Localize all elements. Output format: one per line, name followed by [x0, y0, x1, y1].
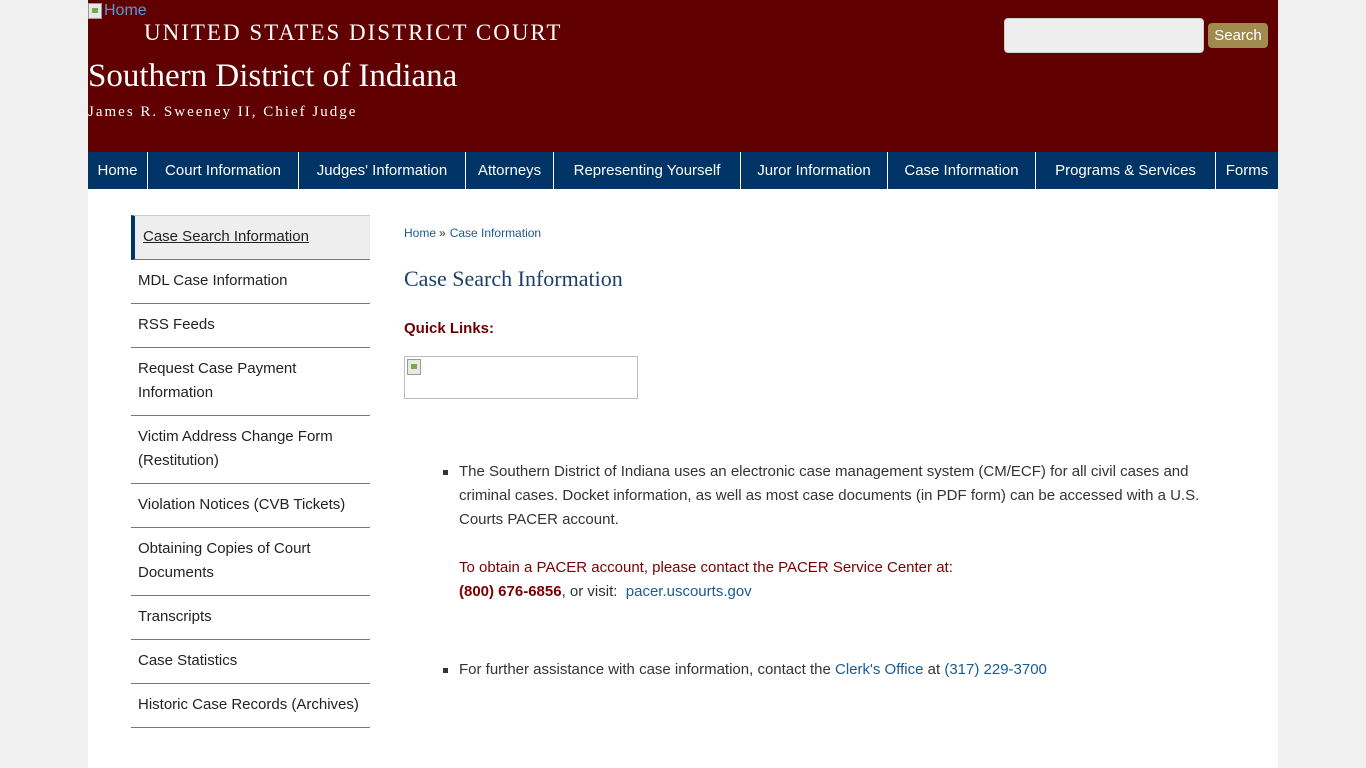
assistance-text: For further assistance with case informa… [459, 661, 836, 678]
sidebar-item-case-statistics[interactable]: Case Statistics [131, 640, 370, 684]
broken-image-icon [407, 359, 421, 375]
page-title: Case Search Information [404, 266, 623, 291]
quick-links-heading: Quick Links: [404, 320, 495, 337]
nav-item-juror-information[interactable]: Juror Information [741, 152, 888, 189]
home-logo-link[interactable]: Home [88, 2, 147, 20]
sidebar-item-violation-notices[interactable]: Violation Notices (CVB Tickets) [131, 484, 370, 528]
cmecf-description: The Southern District of Indiana uses an… [459, 463, 1200, 528]
chief-judge: James R. Sweeney II, Chief Judge [88, 104, 358, 120]
court-name: UNITED STATES DISTRICT COURT [144, 20, 563, 45]
info-list: The Southern District of Indiana uses an… [404, 460, 1204, 682]
search-button[interactable]: Search [1208, 23, 1268, 48]
district-name: Southern District of Indiana [88, 58, 458, 94]
clerk-phone-link[interactable]: (317) 229-3700 [944, 661, 1047, 678]
sidebar-item-victim-address-change[interactable]: Victim Address Change Form (Restitution) [131, 416, 370, 484]
nav-item-court-information[interactable]: Court Information [148, 152, 299, 189]
pacer-phone: (800) 676-6856 [459, 583, 562, 600]
nav-item-forms[interactable]: Forms [1216, 152, 1278, 189]
nav-item-programs-services[interactable]: Programs & Services [1036, 152, 1216, 189]
main-nav: Home Court Information Judges' Informati… [88, 152, 1278, 189]
pacer-intro: To obtain a PACER account, please contac… [459, 559, 953, 576]
at-text: at [923, 661, 945, 678]
breadcrumb-case-information-link[interactable]: Case Information [450, 226, 541, 240]
sidebar-item-case-search-information[interactable]: Case Search Information [131, 215, 370, 260]
site-header: Home UNITED STATES DISTRICT COURT Southe… [88, 0, 1278, 152]
quick-link-image[interactable] [404, 356, 638, 399]
sidebar-item-rss-feeds[interactable]: RSS Feeds [131, 304, 370, 348]
breadcrumb-home-link[interactable]: Home [404, 226, 436, 240]
home-logo-alt: Home [104, 2, 147, 19]
breadcrumb: Home» Case Information [404, 226, 541, 240]
or-visit-text: , or visit: [561, 583, 622, 600]
breadcrumb-separator: » [439, 226, 446, 240]
sidebar-item-mdl-case-information[interactable]: MDL Case Information [131, 260, 370, 304]
nav-item-home[interactable]: Home [88, 152, 148, 189]
nav-item-judges-information[interactable]: Judges' Information [299, 152, 466, 189]
list-item: For further assistance with case informa… [404, 658, 1204, 682]
clerks-office-link[interactable]: Clerk's Office [835, 661, 923, 678]
pacer-link[interactable]: pacer.uscourts.gov [626, 583, 752, 600]
sidebar-menu: Case Search Information MDL Case Informa… [131, 215, 370, 728]
search-input[interactable] [1004, 18, 1204, 53]
sidebar-item-historic-case-records[interactable]: Historic Case Records (Archives) [131, 684, 370, 728]
sidebar-item-obtaining-copies[interactable]: Obtaining Copies of Court Documents [131, 528, 370, 596]
sidebar-item-transcripts[interactable]: Transcripts [131, 596, 370, 640]
nav-item-representing-yourself[interactable]: Representing Yourself [554, 152, 741, 189]
broken-image-icon [88, 3, 102, 19]
page: Home UNITED STATES DISTRICT COURT Southe… [88, 0, 1278, 768]
sidebar-item-request-case-payment[interactable]: Request Case Payment Information [131, 348, 370, 416]
nav-item-attorneys[interactable]: Attorneys [466, 152, 554, 189]
nav-item-case-information[interactable]: Case Information [888, 152, 1036, 189]
list-item: The Southern District of Indiana uses an… [404, 460, 1204, 604]
